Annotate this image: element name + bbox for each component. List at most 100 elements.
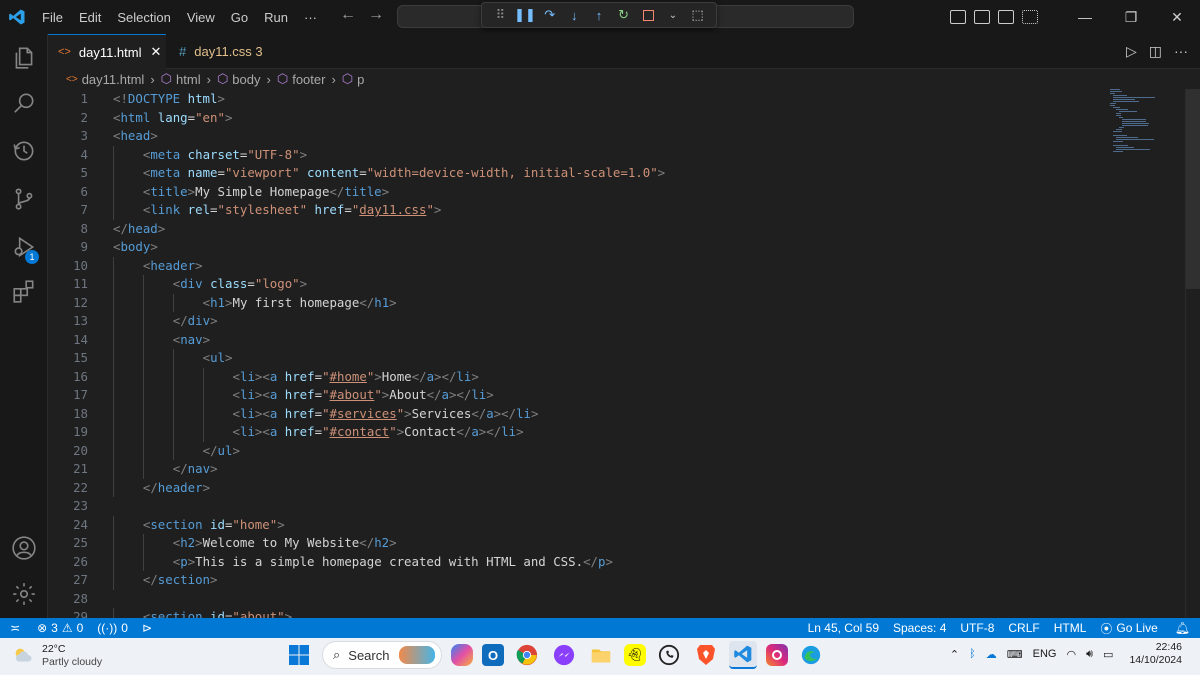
menu-item-4[interactable]: Go (223, 10, 256, 25)
line-number: 14 (73, 331, 88, 347)
wifi-icon[interactable]: ◠ (1066, 648, 1076, 661)
instagram-icon[interactable] (766, 644, 788, 666)
tab-label: day11.html (78, 44, 142, 60)
more-actions-icon[interactable]: ··· (1174, 43, 1188, 60)
keyboard-icon[interactable]: ⌨ (1007, 648, 1023, 661)
breadcrumb-item[interactable]: ⬡ p (342, 71, 365, 87)
restore-button[interactable]: ❐ (1108, 0, 1154, 34)
indent-guide (142, 423, 144, 442)
step-into-icon[interactable]: ↓ (565, 6, 583, 24)
copilot-icon[interactable] (451, 644, 473, 666)
inspect-icon[interactable]: ⬚ (689, 6, 707, 24)
breadcrumb-item[interactable]: ⬡ html (161, 71, 201, 87)
code-line: 4 <meta charset="UTF-8"> (48, 145, 1108, 164)
chevron-down-icon[interactable]: ⌄ (664, 6, 682, 24)
back-arrow-icon[interactable]: ← (340, 6, 356, 24)
edge-icon[interactable] (797, 641, 825, 669)
go-live-button[interactable]: ⦿ Go Live (1093, 618, 1164, 638)
toggle-primary-sidebar-icon[interactable] (950, 10, 966, 24)
timeline-icon[interactable] (0, 127, 48, 175)
code-text: <li><a href="#home">Home</a></li> (232, 368, 479, 384)
step-out-icon[interactable]: ↑ (590, 6, 608, 24)
file-explorer-icon[interactable] (587, 641, 615, 669)
encoding[interactable]: UTF-8 (953, 618, 1001, 638)
notifications-button[interactable]: 🔔︎ (1165, 618, 1200, 638)
source-control-icon[interactable] (0, 175, 48, 223)
explorer-icon[interactable] (0, 34, 48, 82)
line-number: 25 (73, 535, 88, 550)
pause-icon[interactable]: ❚❚ (514, 6, 536, 24)
breadcrumb-item[interactable]: ⬡ body (217, 71, 261, 87)
debug-launch-indicator[interactable]: ⊳ (135, 618, 159, 638)
menu-item-0[interactable]: File (34, 10, 71, 25)
outlook-icon[interactable]: O (482, 644, 504, 666)
close-window-button[interactable]: ✕ (1154, 0, 1200, 34)
chrome-icon[interactable] (513, 641, 541, 669)
clock[interactable]: 22:46 14/10/2024 (1129, 641, 1182, 667)
manage-gear-icon[interactable] (0, 570, 48, 618)
tab-day11-css[interactable]: # day11.css 3 (167, 34, 267, 69)
breadcrumb: <> day11.html › ⬡ html › ⬡ body › ⬡ footer › ⬡ p (48, 69, 1200, 89)
cursor-position[interactable]: Ln 45, Col 59 (801, 618, 886, 638)
extensions-icon[interactable] (0, 267, 48, 315)
indent-guide (113, 256, 114, 275)
problems-indicator[interactable]: ⊗ 3 ⚠ 0 (30, 618, 90, 638)
run-and-debug-icon[interactable]: 1 (0, 223, 48, 271)
indentation[interactable]: Spaces: 4 (886, 618, 953, 638)
restart-icon[interactable]: ↻ (615, 6, 633, 24)
minimize-button[interactable]: — (1062, 0, 1108, 34)
messenger-icon[interactable] (550, 641, 578, 669)
html-file-icon: <> (66, 73, 78, 85)
code-editor[interactable]: 1 <!DOCTYPE html> 2 <html lang="en"> 3 <head>… (48, 89, 1185, 618)
menu-item-2[interactable]: Selection (109, 10, 178, 25)
breadcrumb-item[interactable]: ⬡ footer (277, 71, 326, 87)
code-text: <section id="about"> (142, 609, 293, 618)
onedrive-icon[interactable]: ☁ (986, 648, 997, 661)
forward-arrow-icon[interactable]: → (368, 6, 384, 24)
vscode-taskbar-icon[interactable] (729, 641, 757, 669)
menu-item-3[interactable]: View (179, 10, 223, 25)
snapchat-icon[interactable]: 👻︎ (624, 644, 646, 666)
close-tab-icon[interactable]: ✕ (151, 44, 162, 60)
minimap[interactable] (1110, 89, 1170, 159)
taskbar-search[interactable]: ⌕ Search (322, 641, 442, 669)
ports-indicator[interactable]: ((·)) 0 (90, 618, 135, 638)
accounts-icon[interactable] (0, 524, 48, 572)
menu-item-6[interactable]: ··· (296, 10, 325, 25)
go-live-label: Go Live (1116, 621, 1158, 635)
run-icon[interactable]: ▷ (1126, 43, 1137, 60)
brave-icon[interactable] (692, 641, 720, 669)
stop-icon[interactable] (639, 6, 657, 24)
code-line: 19 <li><a href="#contact">Contact</a></li… (48, 423, 1108, 442)
menu-item-1[interactable]: Edit (71, 10, 109, 25)
indent-guide (172, 386, 174, 405)
menu-item-5[interactable]: Run (256, 10, 296, 25)
scrollbar-thumb[interactable] (1186, 89, 1200, 289)
customize-layout-icon[interactable] (1022, 10, 1038, 24)
drag-handle-icon[interactable]: ⠿ (491, 6, 509, 24)
toggle-panel-icon[interactable] (974, 10, 990, 24)
input-language[interactable]: ENG (1033, 648, 1057, 660)
toggle-secondary-sidebar-icon[interactable] (998, 10, 1014, 24)
language-mode[interactable]: HTML (1047, 618, 1094, 638)
indent-guide (113, 552, 114, 571)
weather-widget[interactable]: 22°C Partly cloudy (12, 643, 102, 669)
end-of-line[interactable]: CRLF (1001, 618, 1046, 638)
volume-icon[interactable]: 🔊︎ (1086, 648, 1093, 661)
search-icon[interactable] (0, 79, 48, 127)
battery-icon[interactable]: ▭ (1103, 648, 1113, 661)
chevron-up-icon[interactable]: ⌃ (950, 648, 959, 661)
step-over-icon[interactable]: ↷ (541, 6, 559, 24)
tab-day11-html[interactable]: <> day11.html ✕ (48, 34, 166, 69)
breadcrumb-item[interactable]: <> day11.html (66, 72, 144, 87)
temperature: 22°C (42, 643, 66, 655)
code-line: 12 <h1>My first homepage</h1> (48, 293, 1108, 312)
split-editor-icon[interactable]: ◫ (1149, 43, 1162, 60)
whatsapp-icon[interactable] (655, 641, 683, 669)
code-text: <h1>My first homepage</h1> (202, 294, 397, 310)
bluetooth-icon[interactable]: ᛒ (969, 648, 976, 660)
remote-indicator[interactable]: ≍ (0, 618, 30, 638)
windows-start-icon[interactable] (285, 641, 313, 669)
line-number: 3 (80, 128, 88, 143)
symbol-element-icon: ⬡ (216, 71, 229, 86)
